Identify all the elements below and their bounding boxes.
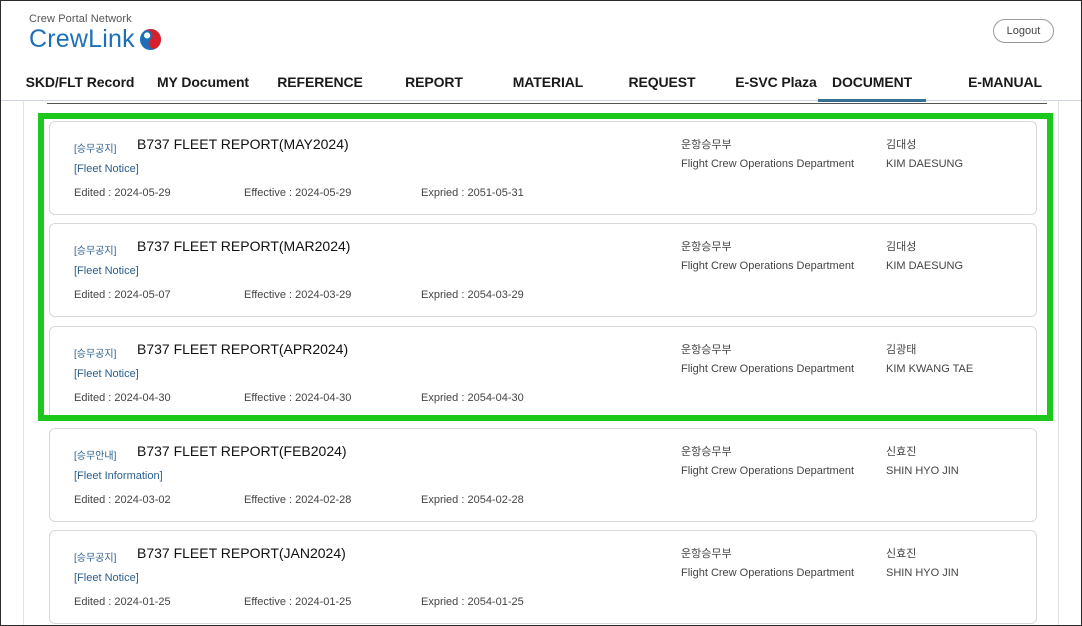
document-title[interactable]: B737 FLEET REPORT(MAY2024) xyxy=(137,136,349,152)
nav-e-manual[interactable]: E-MANUAL xyxy=(949,63,1061,100)
logo-main: CrewLink xyxy=(29,26,162,52)
document-card[interactable]: [승무안내] B737 FLEET REPORT(FEB2024) [Fleet… xyxy=(49,428,1037,522)
nav-my-document[interactable]: MY Document xyxy=(147,63,259,100)
author-korean: 신효진 xyxy=(886,548,917,560)
effective-date: Effective : 2024-03-29 xyxy=(244,289,352,301)
edited-date: Edited : 2024-01-25 xyxy=(74,596,171,608)
department-korean: 운항승무부 xyxy=(681,344,732,356)
nav-e-svc-plaza[interactable]: E-SVC Plaza xyxy=(719,63,833,100)
expired-date: Expried : 2054-01-25 xyxy=(421,596,524,608)
document-tag: [승무공지] xyxy=(74,553,117,564)
document-category: [Fleet Notice] xyxy=(74,163,139,175)
document-category: [Fleet Information] xyxy=(74,470,163,482)
document-category: [Fleet Notice] xyxy=(74,265,139,277)
document-tag: [승무공지] xyxy=(74,246,117,257)
effective-date: Effective : 2024-04-30 xyxy=(244,392,352,404)
main-nav: SKD/FLT Record MY Document REFERENCE REP… xyxy=(1,63,1081,102)
document-title[interactable]: B737 FLEET REPORT(MAR2024) xyxy=(137,238,350,254)
department-english: Flight Crew Operations Department xyxy=(681,465,855,477)
department-korean: 운항승무부 xyxy=(681,446,732,458)
expired-date: Expried : 2054-02-28 xyxy=(421,494,524,506)
document-category: [Fleet Notice] xyxy=(74,572,139,584)
department-english: Flight Crew Operations Department xyxy=(681,260,855,272)
author-english: SHIN HYO JIN xyxy=(886,567,959,579)
header: Crew Portal Network CrewLink Logout xyxy=(1,1,1081,63)
expired-date: Expried : 2054-04-30 xyxy=(421,392,524,404)
document-category: [Fleet Notice] xyxy=(74,368,139,380)
author-korean: 김대성 xyxy=(886,241,917,253)
document-card[interactable]: [승무공지] B737 FLEET REPORT(MAR2024) [Fleet… xyxy=(49,223,1037,317)
edited-date: Edited : 2024-03-02 xyxy=(74,494,171,506)
nav-document[interactable]: DOCUMENT xyxy=(818,63,926,102)
logout-button[interactable]: Logout xyxy=(993,19,1054,43)
document-card[interactable]: [승무공지] B737 FLEET REPORT(JAN2024) [Fleet… xyxy=(49,530,1037,624)
nav-report[interactable]: REPORT xyxy=(379,63,489,100)
author-korean: 김대성 xyxy=(886,139,917,151)
author-korean: 신효진 xyxy=(886,446,917,458)
document-title[interactable]: B737 FLEET REPORT(FEB2024) xyxy=(137,443,347,459)
document-list: [승무공지] B737 FLEET REPORT(MAY2024) [Fleet… xyxy=(23,101,1059,625)
document-title[interactable]: B737 FLEET REPORT(APR2024) xyxy=(137,341,348,357)
department-english: Flight Crew Operations Department xyxy=(681,567,855,579)
author-english: SHIN HYO JIN xyxy=(886,465,959,477)
edited-date: Edited : 2024-05-07 xyxy=(74,289,171,301)
department-english: Flight Crew Operations Department xyxy=(681,158,855,170)
document-tag: [승무안내] xyxy=(74,451,117,462)
document-card[interactable]: [승무공지] B737 FLEET REPORT(MAY2024) [Fleet… xyxy=(49,121,1037,215)
nav-reference[interactable]: REFERENCE xyxy=(263,63,377,100)
document-card[interactable]: [승무공지] B737 FLEET REPORT(APR2024) [Fleet… xyxy=(49,326,1037,420)
department-korean: 운항승무부 xyxy=(681,241,732,253)
edited-date: Edited : 2024-05-29 xyxy=(74,187,171,199)
department-english: Flight Crew Operations Department xyxy=(681,363,855,375)
effective-date: Effective : 2024-05-29 xyxy=(244,187,352,199)
app-window: Crew Portal Network CrewLink Logout SKD/… xyxy=(0,0,1082,626)
author-english: KIM DAESUNG xyxy=(886,260,964,272)
effective-date: Effective : 2024-01-25 xyxy=(244,596,352,608)
expired-date: Expried : 2051-05-31 xyxy=(421,187,524,199)
nav-skd-flt-record[interactable]: SKD/FLT Record xyxy=(15,63,145,100)
document-title[interactable]: B737 FLEET REPORT(JAN2024) xyxy=(137,545,346,561)
nav-request[interactable]: REQUEST xyxy=(607,63,717,100)
taeguk-emblem-icon xyxy=(139,28,161,50)
expired-date: Expried : 2054-03-29 xyxy=(421,289,524,301)
author-english: KIM DAESUNG xyxy=(886,158,964,170)
document-tag: [승무공지] xyxy=(74,349,117,360)
department-korean: 운항승무부 xyxy=(681,139,732,151)
logo-text: CrewLink xyxy=(29,25,135,53)
author-english: KIM KWANG TAE xyxy=(886,363,974,375)
effective-date: Effective : 2024-02-28 xyxy=(244,494,352,506)
department-korean: 운항승무부 xyxy=(681,548,732,560)
author-korean: 김광태 xyxy=(886,344,917,356)
nav-material[interactable]: MATERIAL xyxy=(491,63,605,100)
edited-date: Edited : 2024-04-30 xyxy=(74,392,171,404)
list-top-divider xyxy=(47,103,1047,104)
crewlink-logo[interactable]: Crew Portal Network CrewLink xyxy=(29,13,162,52)
document-tag: [승무공지] xyxy=(74,144,117,155)
logo-subtitle: Crew Portal Network xyxy=(29,13,132,25)
